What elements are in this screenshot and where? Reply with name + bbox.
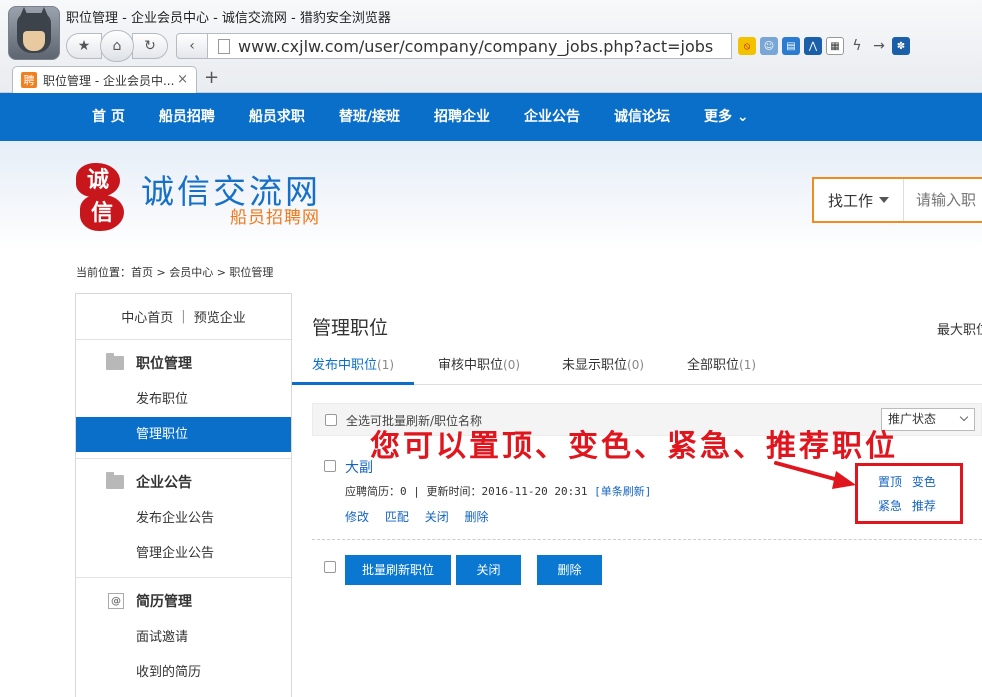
home-button[interactable]: ⌂ (100, 30, 134, 62)
home-icon: ⌂ (112, 38, 122, 54)
browser-user-avatar[interactable] (8, 6, 60, 60)
chevron-left-icon: ‹ (189, 38, 195, 54)
tab-strip: 聘 职位管理 - 企业会员中... × + (0, 64, 982, 93)
separator: | (181, 309, 186, 324)
new-tab-button[interactable]: + (204, 67, 219, 88)
tab-reviewing-jobs[interactable]: 审核中职位(0) (438, 346, 520, 385)
job-meta: 应聘简历：0 | 更新时间：2016-11-20 20:31 [单条刷新] (345, 485, 652, 498)
job-checkbox[interactable] (324, 460, 336, 472)
nav-companies[interactable]: 招聘企业 (417, 93, 507, 141)
preview-company-link[interactable]: 预览企业 (194, 307, 246, 326)
sidebar-top-links: 中心首页 | 预览企业 (76, 294, 291, 340)
tab-published-jobs[interactable]: 发布中职位(1) (292, 346, 415, 385)
forward-arrow-icon[interactable]: → (870, 37, 888, 55)
search-input[interactable] (904, 191, 982, 209)
ticket-icon[interactable]: ▤ (782, 37, 800, 55)
caret-down-icon (879, 197, 890, 203)
refresh-button[interactable]: ↻ (132, 33, 168, 59)
sidebar-item-publish-notice[interactable]: 发布企业公告 (76, 501, 291, 536)
site-header: 诚 信 诚信交流网 船员招聘网 找工作 (0, 141, 982, 251)
sidebar: 中心首页 | 预览企业 职位管理 发布职位 管理职位 企业公告 发布企业公告 管… (75, 293, 292, 697)
sidebar-item-manage-jobs[interactable]: 管理职位 (76, 417, 291, 452)
job-title-link[interactable]: 大副 (345, 457, 373, 477)
window-title: 职位管理 - 企业会员中心 - 诚信交流网 - 猎豹安全浏览器 (66, 11, 391, 26)
sidebar-item-received-resumes[interactable]: 收到的简历 (76, 655, 291, 690)
extension-icons: ⦸ ☺ ▤ ⋀ ▦ ϟ → ✽ (738, 35, 910, 57)
delete-job-link[interactable]: 删除 (465, 510, 489, 524)
bookmark-star-button[interactable]: ★ (66, 33, 102, 59)
browser-tab-active[interactable]: 聘 职位管理 - 企业会员中... × (12, 66, 197, 93)
site-favicon-icon: 聘 (21, 72, 37, 88)
bulk-close-button[interactable]: 关闭 (456, 555, 521, 585)
nav-relief[interactable]: 替班/接班 (322, 93, 417, 141)
close-job-link[interactable]: 关闭 (425, 510, 449, 524)
bulk-select-checkbox[interactable] (324, 561, 336, 573)
folder-icon (106, 353, 124, 370)
url-text: www.cxjlw.com/user/company/company_jobs.… (238, 36, 714, 56)
search-box: 找工作 (812, 177, 982, 223)
annotation-arrow-icon (774, 461, 856, 489)
adblock-icon[interactable]: ⦸ (738, 37, 756, 55)
job-status-tabs: 发布中职位(1) 审核中职位(0) 未显示职位(0) 全部职位(1) (292, 346, 982, 385)
sidebar-item-manage-notices[interactable]: 管理企业公告 (76, 536, 291, 571)
star-icon: ★ (77, 38, 91, 54)
center-home-link[interactable]: 中心首页 (121, 307, 173, 326)
sidebar-group-title: 企业公告 (76, 463, 291, 501)
qrcode-icon[interactable]: ▦ (826, 37, 844, 55)
edit-job-link[interactable]: 修改 (345, 510, 369, 524)
at-mail-icon: @ (108, 593, 124, 609)
search-type-dropdown[interactable]: 找工作 (814, 179, 905, 221)
refresh-icon: ↻ (144, 38, 156, 54)
site-logo-seal[interactable]: 诚 信 (76, 163, 124, 231)
paw-icon[interactable]: ✽ (892, 37, 910, 55)
lightning-icon[interactable]: ϟ (848, 37, 866, 55)
sidebar-item-interview-invites[interactable]: 面试邀请 (76, 620, 291, 655)
single-refresh-link[interactable]: [单条刷新] (594, 485, 651, 498)
tab-hidden-jobs[interactable]: 未显示职位(0) (562, 346, 644, 385)
annotation-highlight-box (855, 463, 963, 524)
site-subtitle: 船员招聘网 (230, 208, 320, 228)
close-tab-icon[interactable]: × (177, 72, 188, 87)
match-job-link[interactable]: 匹配 (385, 510, 409, 524)
bulk-delete-button[interactable]: 删除 (537, 555, 602, 585)
nav-home[interactable]: 首 页 (75, 93, 142, 141)
max-jobs-label: 最大职位 (937, 323, 982, 338)
address-bar[interactable]: www.cxjlw.com/user/company/company_jobs.… (207, 33, 732, 59)
nav-crew-jobseek[interactable]: 船员求职 (232, 93, 322, 141)
batch-refresh-button[interactable]: 批量刷新职位 (345, 555, 451, 585)
site-nav: 首 页 船员招聘 船员求职 替班/接班 招聘企业 企业公告 诚信论坛 更多 ⌄ (0, 93, 982, 141)
nav-crew-recruit[interactable]: 船员招聘 (142, 93, 232, 141)
page-title: 管理职位 (312, 317, 389, 339)
page-icon (218, 38, 230, 54)
nav-notices[interactable]: 企业公告 (507, 93, 597, 141)
sidebar-group-jobs: 职位管理 发布职位 管理职位 (76, 344, 291, 459)
face-icon[interactable]: ☺ (760, 37, 778, 55)
sidebar-group-title: 职位管理 (76, 344, 291, 382)
job-actions: 修改 匹配 关闭 删除 (345, 508, 501, 525)
sidebar-item-publish-job[interactable]: 发布职位 (76, 382, 291, 417)
select-all-checkbox[interactable] (325, 414, 337, 426)
back-button[interactable]: ‹ (176, 33, 208, 59)
sidebar-group-title: @ 简历管理 (76, 582, 291, 620)
folder-icon (106, 472, 124, 489)
chevron-down-icon (959, 412, 969, 422)
nav-forum[interactable]: 诚信论坛 (597, 93, 687, 141)
translate-icon[interactable]: ⋀ (804, 37, 822, 55)
nav-more[interactable]: 更多 ⌄ (687, 93, 766, 141)
sidebar-group-resumes: @ 简历管理 面试邀请 收到的简历 (76, 582, 291, 696)
tab-title: 职位管理 - 企业会员中... (43, 73, 175, 88)
sidebar-group-notices: 企业公告 发布企业公告 管理企业公告 (76, 463, 291, 578)
tab-all-jobs[interactable]: 全部职位(1) (687, 346, 756, 385)
bulk-actions-bar: 批量刷新职位 关闭 删除 (312, 555, 982, 587)
breadcrumb: 当前位置：首页 > 会员中心 > 职位管理 (76, 266, 274, 279)
browser-chrome: 职位管理 - 企业会员中心 - 诚信交流网 - 猎豹安全浏览器 ★ ⌂ ↻ ‹ … (0, 0, 982, 93)
